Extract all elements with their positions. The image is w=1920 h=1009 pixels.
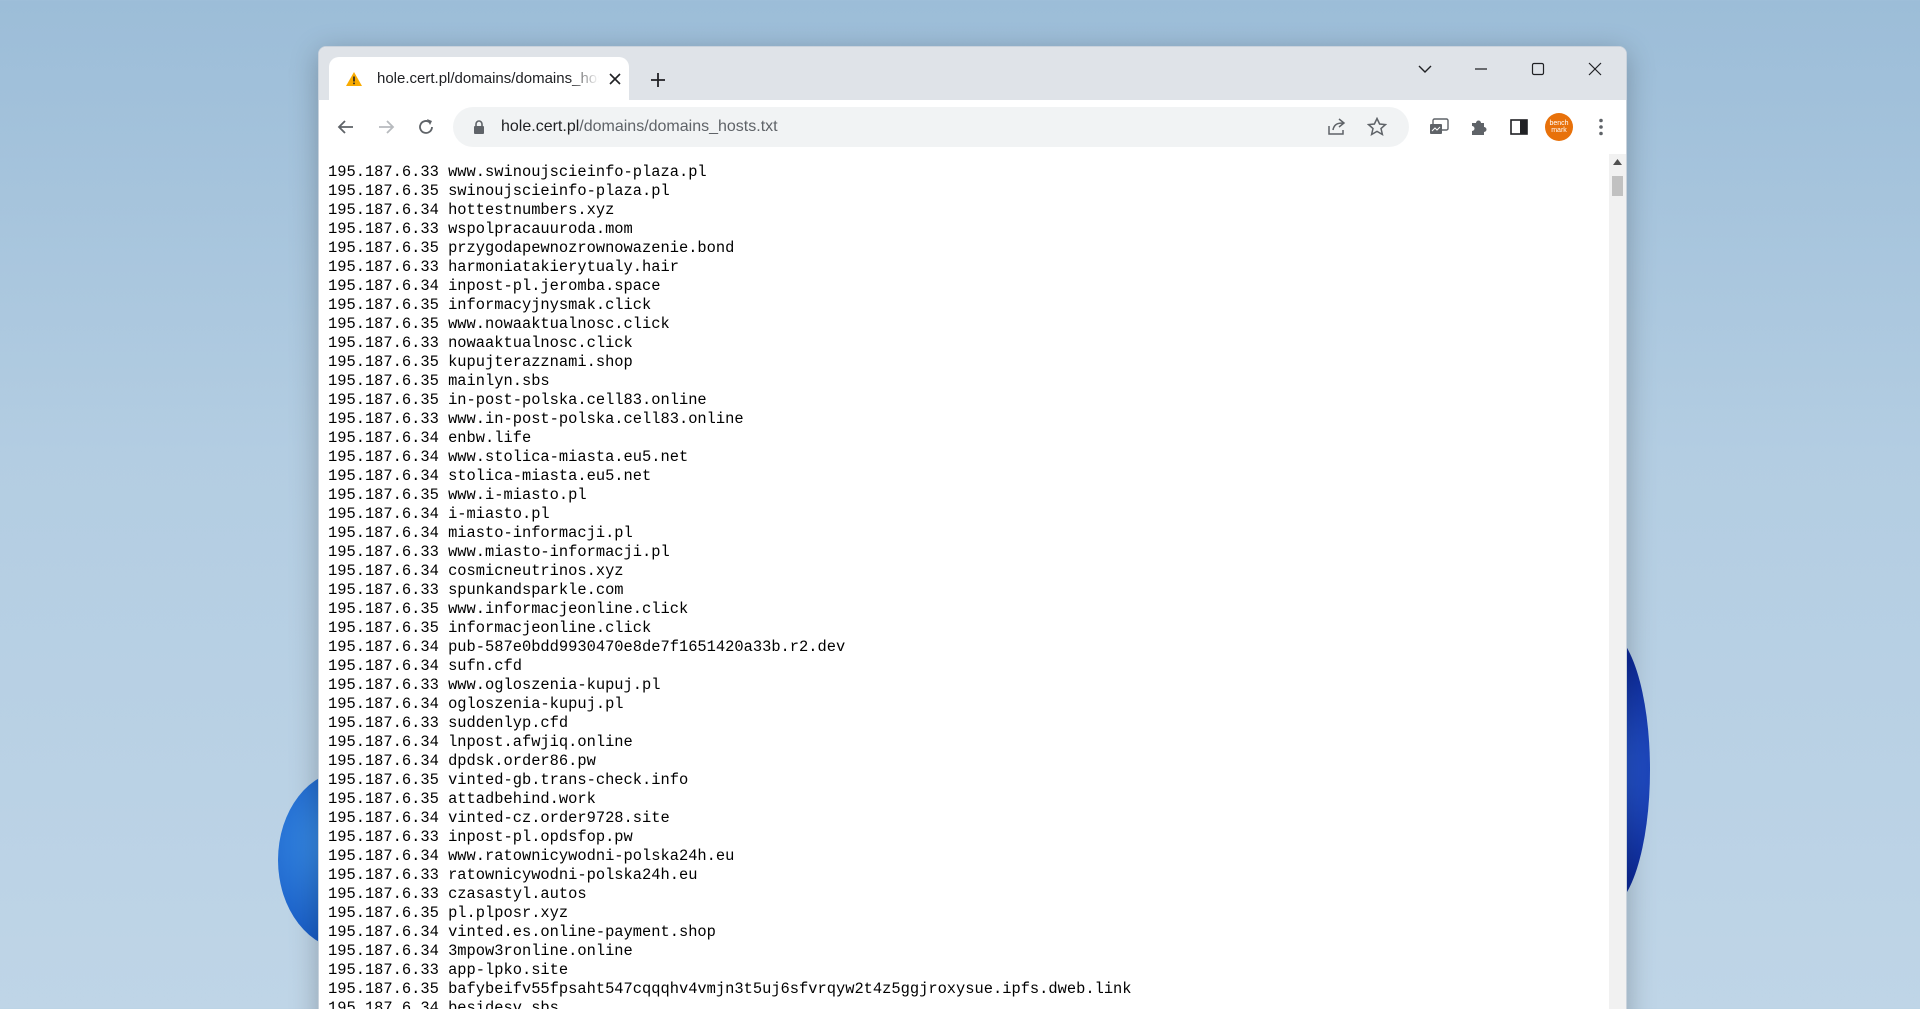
text-line: 195.187.6.35 www.nowaaktualnosc.click <box>328 315 670 333</box>
tab-strip: hole.cert.pl/domains/domains_hosts.txt <box>319 47 1626 100</box>
text-line: 195.187.6.34 ogloszenia-kupuj.pl <box>328 695 624 713</box>
text-line: 195.187.6.33 harmoniatakierytualy.hair <box>328 258 679 276</box>
text-line: 195.187.6.34 stolica-miasta.eu5.net <box>328 467 652 485</box>
address-bar[interactable]: hole.cert.pl/domains/domains_hosts.txt <box>453 107 1409 147</box>
text-line: 195.187.6.33 www.swinoujscieinfo-plaza.p… <box>328 163 707 181</box>
share-icon[interactable] <box>1325 115 1349 139</box>
text-line: 195.187.6.34 cosmicneutrinos.xyz <box>328 562 624 580</box>
text-line: 195.187.6.33 app-lpko.site <box>328 961 569 979</box>
minimize-icon <box>1475 68 1487 70</box>
text-line: 195.187.6.35 www.informacjeonline.click <box>328 600 689 618</box>
url-path: /domains/domains_hosts.txt <box>579 118 778 135</box>
text-line: 195.187.6.34 vinted.es.online-payment.sh… <box>328 923 716 941</box>
text-line: 195.187.6.35 attadbehind.work <box>328 790 596 808</box>
chevron-down-icon <box>1418 65 1432 73</box>
vertical-scrollbar[interactable] <box>1609 154 1626 1009</box>
plus-icon <box>651 73 665 87</box>
text-line: 195.187.6.33 inpost-pl.opdsfop.pw <box>328 828 633 846</box>
reload-icon <box>419 119 433 134</box>
tab-title: hole.cert.pl/domains/domains_hosts.txt <box>377 70 599 87</box>
text-line: 195.187.6.35 informacjeonline.click <box>328 619 652 637</box>
text-line: 195.187.6.34 lnpost.afwjiq.online <box>328 733 633 751</box>
text-line: 195.187.6.34 sufn.cfd <box>328 657 522 675</box>
browser-window: hole.cert.pl/domains/domains_hosts.txt <box>318 46 1627 1009</box>
text-line: 195.187.6.34 dpdsk.order86.pw <box>328 752 596 770</box>
text-line: 195.187.6.34 miasto-informacji.pl <box>328 524 633 542</box>
close-icon <box>1588 62 1602 76</box>
text-line: 195.187.6.34 i-miasto.pl <box>328 505 550 523</box>
text-line: 195.187.6.35 swinoujscieinfo-plaza.pl <box>328 182 670 200</box>
text-line: 195.187.6.35 przygodapewnozrownowazenie.… <box>328 239 735 257</box>
text-line: 195.187.6.34 hottestnumbers.xyz <box>328 201 615 219</box>
text-line: 195.187.6.35 mainlyn.sbs <box>328 372 550 390</box>
document-viewport[interactable]: 195.187.6.33 www.swinoujscieinfo-plaza.p… <box>319 154 1609 1009</box>
new-tab-button[interactable] <box>643 65 673 95</box>
text-line: 195.187.6.34 www.ratownicywodni-polska24… <box>328 847 735 865</box>
star-icon[interactable] <box>1365 115 1389 139</box>
text-line: 195.187.6.33 nowaaktualnosc.click <box>328 334 633 352</box>
profile-avatar[interactable]: bench mark <box>1545 113 1573 141</box>
toolbar: hole.cert.pl/domains/domains_hosts.txt b… <box>319 100 1626 155</box>
extensions-icon[interactable] <box>1465 113 1493 141</box>
text-line: 195.187.6.33 www.in-post-polska.cell83.o… <box>328 410 744 428</box>
active-tab[interactable]: hole.cert.pl/domains/domains_hosts.txt <box>329 57 629 100</box>
text-line: 195.187.6.33 www.miasto-informacji.pl <box>328 543 670 561</box>
text-line: 195.187.6.35 in-post-polska.cell83.onlin… <box>328 391 707 409</box>
text-line: 195.187.6.34 inpost-pl.jeromba.space <box>328 277 661 295</box>
text-line: 195.187.6.33 suddenlyp.cfd <box>328 714 569 732</box>
side-panel-icon[interactable] <box>1505 113 1533 141</box>
text-line: 195.187.6.35 informacyjnysmak.click <box>328 296 652 314</box>
arrow-right-icon <box>379 120 395 134</box>
forward-button[interactable] <box>369 110 403 144</box>
text-line: 195.187.6.34 besidesv.sbs <box>328 999 559 1009</box>
scrollbar-thumb[interactable] <box>1612 176 1623 196</box>
text-line: 195.187.6.34 www.stolica-miasta.eu5.net <box>328 448 689 466</box>
text-line <box>328 154 1132 163</box>
tab-search-button[interactable] <box>1405 53 1445 85</box>
url-host: hole.cert.pl <box>501 118 580 135</box>
warning-icon <box>345 70 365 88</box>
text-line: 195.187.6.35 vinted-gb.trans-check.info <box>328 771 689 789</box>
text-line: 195.187.6.34 3mpow3ronline.online <box>328 942 633 960</box>
close-icon[interactable] <box>605 69 625 89</box>
minimize-button[interactable] <box>1461 53 1501 85</box>
back-button[interactable] <box>329 110 363 144</box>
menu-icon[interactable] <box>1587 113 1615 141</box>
text-line: 195.187.6.33 spunkandsparkle.com <box>328 581 624 599</box>
reload-button[interactable] <box>409 110 443 144</box>
text-line: 195.187.6.34 pub-587e0bdd9930470e8de7f16… <box>328 638 846 656</box>
text-line: 195.187.6.33 www.ogloszenia-kupuj.pl <box>328 676 661 694</box>
arrow-left-icon <box>337 120 353 134</box>
plain-text-document: 195.187.6.33 www.swinoujscieinfo-plaza.p… <box>328 154 1132 1009</box>
text-line: 195.187.6.34 enbw.life <box>328 429 532 447</box>
lock-icon[interactable] <box>471 119 487 135</box>
text-line: 195.187.6.33 czasastyl.autos <box>328 885 587 903</box>
text-line: 195.187.6.35 bafybeifv55fpsaht547cqqqhv4… <box>328 980 1132 998</box>
text-line: 195.187.6.35 pl.plposr.xyz <box>328 904 569 922</box>
text-line: 195.187.6.33 wspolpracauuroda.mom <box>328 220 633 238</box>
maximize-button[interactable] <box>1518 53 1558 85</box>
text-line: 195.187.6.33 ratownicywodni-polska24h.eu <box>328 866 698 884</box>
text-line: 195.187.6.35 www.i-miasto.pl <box>328 486 587 504</box>
maximize-icon <box>1531 62 1545 76</box>
close-window-button[interactable] <box>1575 53 1615 85</box>
text-line: 195.187.6.35 kupujterazznami.shop <box>328 353 633 371</box>
cast-icon[interactable] <box>1425 113 1453 141</box>
text-line: 195.187.6.34 vinted-cz.order9728.site <box>328 809 670 827</box>
url-text[interactable]: hole.cert.pl/domains/domains_hosts.txt <box>501 118 778 136</box>
scroll-up-arrow[interactable] <box>1609 154 1626 170</box>
